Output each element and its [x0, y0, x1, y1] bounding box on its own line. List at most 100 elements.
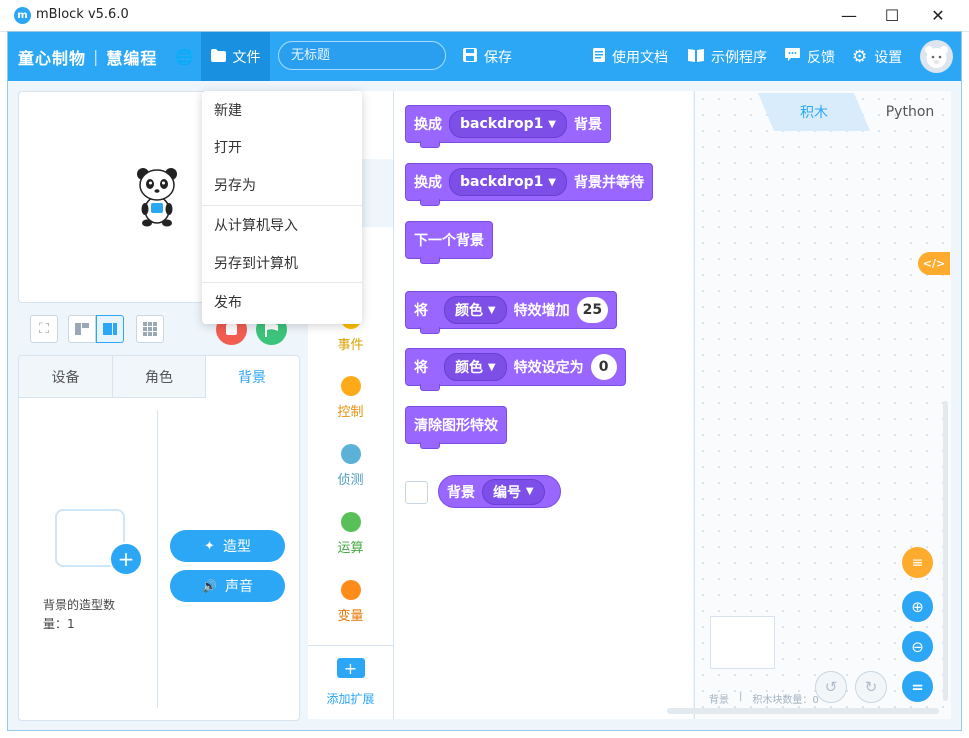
dropdown-value: backdrop1	[460, 116, 544, 132]
sensing-dot-icon	[340, 444, 361, 464]
zoom-in-icon: ⊕	[911, 597, 924, 616]
file-menu-button[interactable]: 文件	[201, 32, 270, 81]
folder-icon	[210, 48, 226, 66]
backdrop-dropdown[interactable]: backdrop1 ▼	[449, 168, 567, 196]
code-icon: </>	[922, 257, 946, 270]
save-icon	[463, 47, 477, 66]
examples-button[interactable]: 示例程序	[688, 32, 767, 81]
grid-view-button[interactable]	[136, 315, 164, 343]
backdrop-dropdown[interactable]: backdrop1 ▼	[449, 110, 567, 138]
sprite-panel: 设备 角色 背景 + 背景的造型数量：1 ✦ 造型 🔊 声音	[18, 355, 300, 721]
brand-divider: |	[93, 47, 100, 66]
script-area[interactable]: 背景 | 积木块数量：0 ↺ ↻	[667, 91, 951, 719]
sound-label: 声音	[224, 579, 253, 595]
backdrop-reporter-block[interactable]: 背景 编号 ▼	[438, 475, 561, 508]
undo-icon: ↺	[824, 678, 838, 696]
large-stage-icon	[103, 323, 117, 335]
tab-blocks[interactable]: 积木	[774, 93, 854, 131]
category-sensing[interactable]: 侦测	[308, 444, 393, 488]
block-text: 将	[414, 303, 428, 319]
feedback-label: 反馈	[807, 49, 835, 66]
docs-label: 使用文档	[612, 49, 668, 66]
category-control[interactable]: 控制	[308, 376, 393, 420]
set-effect-block[interactable]: 将 颜色 ▼ 特效设定为 0	[405, 348, 626, 391]
block-text: 换成	[414, 117, 442, 133]
menu-item-new[interactable]: 新建	[202, 91, 362, 128]
effect-value-input[interactable]: 25	[576, 297, 609, 323]
tab-devices[interactable]: 设备	[19, 356, 112, 398]
maximize-button[interactable]: ☐	[869, 0, 915, 31]
menu-item-import[interactable]: 从计算机导入	[202, 206, 362, 243]
tab-sprites[interactable]: 角色	[112, 356, 205, 398]
settings-button[interactable]: ⚙ 设置	[852, 32, 902, 81]
switch-backdrop-wait-block[interactable]: 换成 backdrop1 ▼ 背景并等待	[405, 163, 653, 206]
dropdown-value: 颜色	[455, 360, 483, 376]
sound-button[interactable]: 🔊 声音	[170, 570, 285, 602]
caret-down-icon: ▼	[487, 304, 496, 316]
switch-backdrop-block[interactable]: 换成 backdrop1 ▼ 背景	[405, 105, 611, 148]
menu-item-save-as[interactable]: 另存为	[202, 166, 362, 203]
tab-python[interactable]: Python	[870, 93, 950, 131]
user-avatar[interactable]	[920, 40, 953, 73]
dropdown-value: backdrop1	[460, 174, 544, 190]
redo-icon: ↻	[864, 678, 878, 696]
window-title: mBlock v5.6.0	[36, 7, 129, 22]
minimize-button[interactable]: —	[826, 0, 872, 31]
backdrop-property-dropdown[interactable]: 编号 ▼	[482, 478, 545, 505]
zoom-in-button[interactable]: ⊕	[902, 591, 933, 622]
language-button[interactable]: 🌐	[175, 32, 201, 81]
feedback-button[interactable]: 反馈	[785, 32, 835, 81]
zoom-reset-button[interactable]: =	[902, 671, 933, 702]
costume-label: 造型	[222, 539, 251, 555]
effect-dropdown[interactable]: 颜色 ▼	[444, 296, 507, 324]
save-button[interactable]: 保存	[463, 32, 512, 81]
undo-button[interactable]: ↺	[815, 671, 847, 703]
footer-block-count: 积木块数量：0	[752, 695, 819, 706]
category-variables[interactable]: 变量	[308, 580, 393, 624]
caret-down-icon: ▼	[525, 486, 534, 497]
monitor-checkbox[interactable]	[405, 481, 428, 504]
plus-icon: +	[117, 547, 135, 571]
globe-icon: 🌐	[175, 47, 194, 66]
add-backdrop-button[interactable]: +	[109, 542, 143, 576]
category-operators[interactable]: 运算	[308, 512, 393, 556]
effect-dropdown[interactable]: 颜色 ▼	[444, 353, 507, 381]
menu-item-publish[interactable]: 发布	[202, 283, 362, 320]
vertical-scrollbar[interactable]	[943, 401, 948, 701]
operators-dot-icon	[340, 512, 361, 532]
close-button[interactable]: ✕	[915, 0, 961, 31]
change-effect-block[interactable]: 将 颜色 ▼ 特效增加 25	[405, 291, 618, 334]
save-label: 保存	[484, 49, 512, 66]
large-stage-button[interactable]	[96, 315, 124, 343]
horizontal-scrollbar[interactable]	[667, 708, 939, 714]
footer-sprite-name: 背景	[709, 695, 729, 706]
project-title-input[interactable]	[278, 41, 446, 70]
category-divider	[308, 645, 393, 646]
code-toggle-button[interactable]: </>	[918, 252, 950, 275]
minimap[interactable]	[710, 616, 775, 669]
add-extension-button[interactable]: + 添加扩展	[308, 658, 393, 707]
menu-item-open[interactable]: 打开	[202, 128, 362, 165]
caret-down-icon: ▼	[487, 361, 496, 373]
script-footer: 背景 | 积木块数量：0	[709, 691, 819, 706]
block-text: 清除图形特效	[414, 418, 498, 434]
fullscreen-button[interactable]: ⛶	[30, 315, 58, 343]
redo-button[interactable]: ↻	[855, 671, 887, 703]
zoom-out-button[interactable]: ⊖	[902, 631, 933, 662]
caret-down-icon: ▼	[548, 118, 556, 130]
block-list-button[interactable]: ≡	[902, 547, 933, 578]
effect-value-input[interactable]: 0	[590, 354, 617, 380]
panda-sprite[interactable]	[135, 165, 179, 227]
menu-item-export[interactable]: 另存到计算机	[202, 244, 362, 281]
docs-button[interactable]: 使用文档	[593, 32, 668, 81]
brand-logo[interactable]: 童心制物 | 慧编程	[18, 32, 157, 81]
brand-left: 童心制物	[18, 48, 87, 68]
costume-button[interactable]: ✦ 造型	[170, 530, 285, 562]
fullscreen-icon: ⛶	[39, 321, 49, 337]
next-backdrop-block[interactable]: 下一个背景	[405, 221, 493, 264]
add-extension-icon: +	[336, 658, 365, 678]
clear-effects-block[interactable]: 清除图形特效	[405, 406, 507, 449]
tab-backdrops[interactable]: 背景	[205, 356, 298, 398]
small-stage-button[interactable]	[68, 315, 96, 343]
menu-bar: 童心制物 | 慧编程 🌐 文件 保存 使用文档 示例程序 反馈 ⚙	[8, 32, 961, 81]
